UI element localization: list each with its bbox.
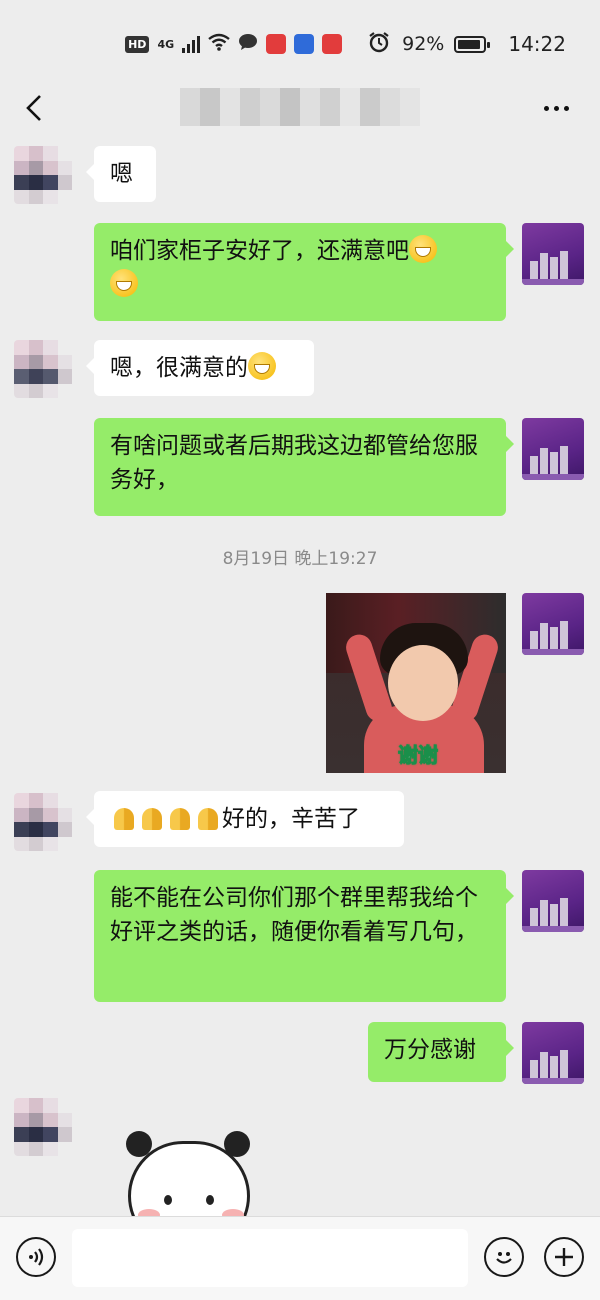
status-bar: HD 4G 92% 14:22 (0, 0, 600, 80)
sticker-eye (164, 1195, 172, 1205)
avatar-stripe (522, 279, 584, 285)
avatar-building-graphic (530, 249, 576, 279)
battery-percent: 92% (402, 33, 445, 55)
cell-signal-icon (182, 35, 201, 53)
message-input[interactable] (72, 1229, 468, 1287)
smiley-icon (496, 1252, 512, 1264)
message-text: 咱们家柜子安好了，还满意吧 (110, 238, 409, 264)
avatar-logo-graphic (530, 876, 576, 888)
chat-bubble-icon (238, 33, 258, 56)
emoji-button[interactable] (484, 1237, 524, 1277)
hd-badge: HD (125, 35, 150, 53)
avatar-building-graphic (530, 1048, 576, 1078)
folded-hands-icon (138, 804, 166, 830)
message-text: 有啥问题或者后期我这边都管给您服务好， (110, 433, 478, 493)
dot-icon (543, 105, 549, 111)
battery-icon (454, 35, 491, 53)
chevron-left-icon (26, 95, 41, 121)
my-avatar[interactable] (522, 593, 584, 655)
avatar-stripe (522, 474, 584, 480)
avatar-logo-graphic (530, 229, 576, 241)
plus-icon (555, 1248, 573, 1266)
avatar-building-graphic (530, 896, 576, 926)
message-bubble-outgoing[interactable]: 万分感谢 (368, 1022, 514, 1082)
message-text: 嗯，很满意的 (110, 355, 248, 381)
money-face-icon (248, 352, 276, 380)
message-text: 嗯 (110, 161, 133, 187)
message-text: 万分感谢 (384, 1037, 476, 1063)
my-avatar[interactable] (522, 870, 584, 932)
avatar-stripe (522, 1078, 584, 1084)
panda-sticker[interactable] (124, 1131, 254, 1216)
image-caption: 谢谢 (398, 743, 439, 768)
avatar-building-graphic (530, 444, 576, 474)
message-bubble-outgoing[interactable]: 能不能在公司你们那个群里帮我给个好评之类的话，随便你看着写几句， (94, 870, 514, 1002)
alarm-icon (368, 31, 390, 58)
message-text: 能不能在公司你们那个群里帮我给个好评之类的话，随便你看着写几句， (110, 885, 478, 945)
app-notification-icon (266, 34, 287, 54)
clock-time: 14:22 (508, 32, 566, 56)
photo-face (388, 645, 458, 721)
more-options-button[interactable] (536, 86, 576, 130)
message-bubble-incoming[interactable]: 好的，辛苦了 (86, 791, 404, 847)
chat-header (0, 80, 600, 138)
folded-hands-icon (110, 804, 138, 830)
back-button[interactable] (16, 86, 52, 130)
message-bubble-incoming[interactable]: 嗯，很满意的 (86, 340, 314, 396)
my-avatar[interactable] (522, 418, 584, 480)
input-bar (0, 1216, 600, 1300)
message-bubble-incoming[interactable]: 嗯 (86, 146, 156, 202)
voice-input-button[interactable] (16, 1237, 56, 1277)
message-bubble-outgoing[interactable]: 有啥问题或者后期我这边都管给您服务好， (94, 418, 514, 516)
sticker-blush (222, 1209, 244, 1216)
avatar-logo-graphic (530, 424, 576, 436)
folded-hands-icon (194, 804, 222, 830)
contact-avatar[interactable] (14, 146, 72, 204)
my-avatar[interactable] (522, 223, 584, 285)
voice-icon (29, 1248, 44, 1266)
contact-avatar[interactable] (14, 793, 72, 851)
message-bubble-outgoing[interactable]: 咱们家柜子安好了，还满意吧 (94, 223, 514, 321)
avatar-logo-graphic (530, 599, 576, 611)
grinning-face-icon (110, 269, 138, 297)
sticker-eye (206, 1195, 214, 1205)
app-notification-icon (294, 34, 315, 54)
grinning-face-icon (409, 235, 437, 263)
status-icons: HD 4G 92% 14:22 (125, 31, 566, 58)
more-actions-button[interactable] (544, 1237, 584, 1277)
image-message[interactable]: 谢谢 (326, 593, 506, 773)
network-label: 4G (157, 37, 175, 51)
my-avatar[interactable] (522, 1022, 584, 1084)
avatar-logo-graphic (530, 1028, 576, 1040)
chat-message-list[interactable]: 嗯 咱们家柜子安好了，还满意吧 嗯，很满意的 有啥问题或者后期我这边都管给您服务… (0, 138, 600, 1216)
sticker-blush (138, 1209, 160, 1216)
avatar-stripe (522, 926, 584, 932)
message-text: 好的，辛苦了 (222, 806, 360, 832)
contact-avatar[interactable] (14, 1098, 72, 1156)
dot-icon (563, 105, 569, 111)
dot-icon (553, 105, 559, 111)
chat-title-blurred (180, 88, 420, 126)
app-notification-icon (322, 34, 343, 54)
contact-avatar[interactable] (14, 340, 72, 398)
avatar-stripe (522, 649, 584, 655)
chat-timestamp: 8月19日 晚上19:27 (222, 549, 378, 569)
folded-hands-icon (166, 804, 194, 830)
avatar-building-graphic (530, 619, 576, 649)
wifi-icon (208, 33, 230, 56)
